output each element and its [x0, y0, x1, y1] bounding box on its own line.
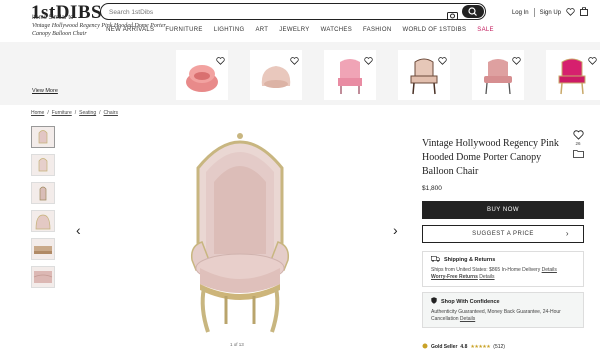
chevron-right-icon: › — [565, 229, 569, 238]
cart-icon[interactable] — [580, 6, 588, 18]
shipping-returns-box: Shipping & Returns Ships from United Sta… — [422, 251, 584, 287]
breadcrumb-furniture[interactable]: Furniture — [52, 110, 72, 116]
seller-score: 4.8 — [460, 343, 468, 350]
view-more-link[interactable]: View More — [32, 88, 58, 94]
thumbnail[interactable] — [31, 126, 55, 148]
product-main-image[interactable] — [170, 128, 310, 338]
seller-rating[interactable]: Gold Seller 4.8 ★★★★★ (512) — [422, 342, 505, 351]
medal-icon — [422, 342, 428, 351]
similar-item-card[interactable] — [398, 50, 450, 100]
suggest-a-price-button[interactable]: SUGGEST A PRICE › — [422, 225, 584, 243]
review-count: (512) — [493, 343, 505, 350]
star-rating-icon: ★★★★★ — [470, 343, 491, 350]
login-link[interactable]: Log In — [512, 10, 529, 16]
breadcrumb-chairs[interactable]: Chairs — [104, 110, 118, 116]
confidence-line-2: Cancellation — [431, 316, 459, 322]
buy-now-button[interactable]: BUY NOW — [422, 201, 584, 219]
product-price: $1,800 — [422, 185, 442, 192]
favorite-heart-icon[interactable] — [588, 52, 597, 70]
thumbnail[interactable] — [31, 238, 55, 260]
signup-link[interactable]: Sign Up — [540, 10, 561, 16]
seller-tier: Gold Seller — [431, 343, 458, 350]
next-image-arrow-icon[interactable]: › — [393, 222, 398, 238]
search-button[interactable] — [462, 5, 484, 18]
favorite-heart-icon[interactable] — [290, 52, 299, 70]
favorite-heart-icon[interactable] — [438, 52, 447, 70]
similar-item-card[interactable] — [472, 50, 524, 100]
product-title: Vintage Hollywood Regency Pink Hooded Do… — [422, 138, 559, 177]
camera-icon[interactable] — [447, 7, 458, 20]
similar-item-card[interactable] — [324, 50, 376, 100]
similar-item-card[interactable] — [250, 50, 302, 100]
breadcrumb-separator: / — [99, 110, 101, 116]
nav-jewelry[interactable]: JEWELRY — [279, 27, 309, 33]
shipping-heading: Shipping & Returns — [444, 257, 496, 263]
prev-image-arrow-icon[interactable]: ‹ — [76, 222, 81, 238]
confidence-heading: Shop With Confidence — [441, 298, 500, 305]
shipping-line: Ships from United States: $865 In-Home D… — [431, 267, 541, 273]
favorite-heart-icon[interactable] — [572, 130, 584, 141]
similar-item-card[interactable] — [546, 50, 600, 100]
divider — [533, 8, 535, 17]
heart-icon[interactable] — [566, 7, 575, 18]
folder-icon[interactable] — [572, 149, 584, 159]
favorite-count: 26 — [575, 141, 581, 146]
similar-item-card[interactable] — [176, 50, 228, 100]
shop-confidence-box: Shop With Confidence Authenticity Guaran… — [422, 292, 584, 328]
thumbnail[interactable] — [31, 182, 55, 204]
nav-art[interactable]: ART — [255, 27, 268, 33]
returns-details-link[interactable]: Details — [479, 274, 494, 280]
thumbnail[interactable] — [31, 210, 55, 232]
truck-icon — [431, 256, 440, 264]
thumbnail[interactable] — [31, 154, 55, 176]
shipping-details-link[interactable]: Details — [542, 267, 557, 273]
breadcrumb-separator: / — [74, 110, 77, 116]
favorite-heart-icon[interactable] — [512, 52, 521, 70]
nav-watches[interactable]: WATCHES — [321, 27, 352, 33]
nav-sale[interactable]: SALE — [477, 27, 494, 33]
image-counter: 1 of 13 — [230, 342, 244, 347]
product-actions: 26 — [572, 130, 584, 159]
favorite-heart-icon[interactable] — [364, 52, 373, 70]
favorite-heart-icon[interactable] — [216, 52, 225, 70]
breadcrumb-seating[interactable]: Seating — [79, 110, 96, 116]
similar-items-heading: Items Similar to Vintage Hollywood Regen… — [32, 15, 166, 37]
nav-world-of-1stdibs[interactable]: WORLD OF 1STDIBS — [402, 27, 466, 33]
nav-fashion[interactable]: FASHION — [363, 27, 391, 33]
breadcrumb: Home / Furniture / Seating / Chairs — [31, 110, 118, 116]
breadcrumb-home[interactable]: Home — [31, 110, 44, 116]
thumbnail[interactable] — [31, 266, 55, 288]
nav-lighting[interactable]: LIGHTING — [214, 27, 245, 33]
confidence-line: Authenticity Guaranteed, Money Back Guar… — [431, 309, 561, 315]
breadcrumb-separator: / — [47, 110, 49, 116]
shield-icon — [431, 297, 437, 306]
confidence-details-link[interactable]: Details — [460, 316, 475, 322]
suggest-label: SUGGEST A PRICE — [472, 231, 534, 237]
returns-link[interactable]: Worry-Free Returns — [431, 274, 478, 280]
